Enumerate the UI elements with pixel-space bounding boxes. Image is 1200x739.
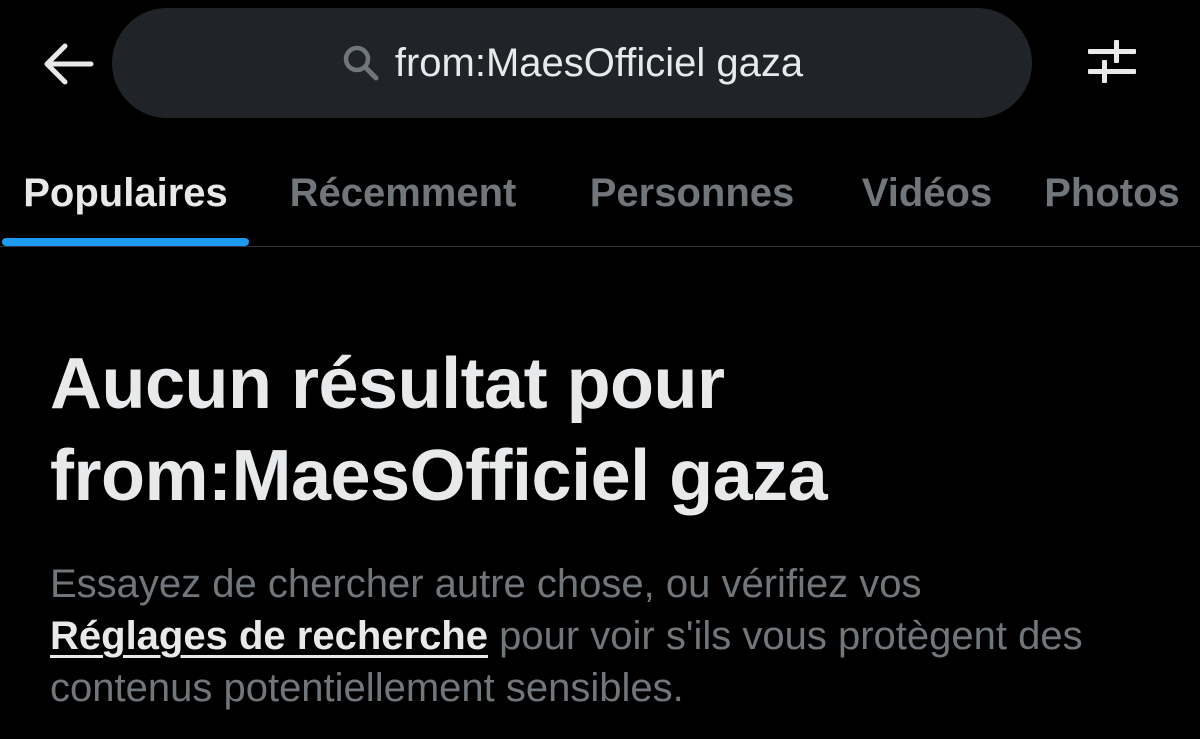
- tabs-divider: [0, 246, 1200, 247]
- search-query-text: from:MaesOfficiel gaza: [394, 40, 804, 85]
- empty-state-text-before: Essayez de chercher autre chose, ou véri…: [50, 562, 922, 606]
- tab-personnes[interactable]: Personnes: [572, 140, 812, 246]
- search-tabs: Populaires Récemment Personnes Vidéos Ph…: [0, 140, 1200, 246]
- top-bar: from:MaesOfficiel gaza: [0, 0, 1200, 132]
- empty-state-title-line2: from:MaesOfficiel gaza: [50, 436, 828, 516]
- tab-recemment[interactable]: Récemment: [270, 140, 536, 246]
- search-filters-button[interactable]: [1078, 34, 1146, 94]
- search-icon: [341, 43, 381, 83]
- tab-populaires[interactable]: Populaires: [2, 140, 249, 246]
- sliders-icon: [1084, 36, 1140, 93]
- empty-state-message: Essayez de chercher autre chose, ou véri…: [50, 558, 1170, 714]
- empty-state-title-line1: Aucun résultat pour: [50, 344, 725, 424]
- arrow-left-icon: [41, 42, 95, 91]
- back-button[interactable]: [36, 36, 100, 96]
- tab-videos[interactable]: Vidéos: [848, 140, 1006, 246]
- search-input[interactable]: from:MaesOfficiel gaza: [112, 8, 1032, 118]
- active-tab-indicator: [2, 238, 249, 246]
- empty-state-title: Aucun résultat pour from:MaesOfficiel gaz…: [50, 338, 1170, 522]
- search-settings-link[interactable]: Réglages de recherche: [50, 614, 488, 658]
- tab-photos[interactable]: Photos: [1034, 140, 1190, 246]
